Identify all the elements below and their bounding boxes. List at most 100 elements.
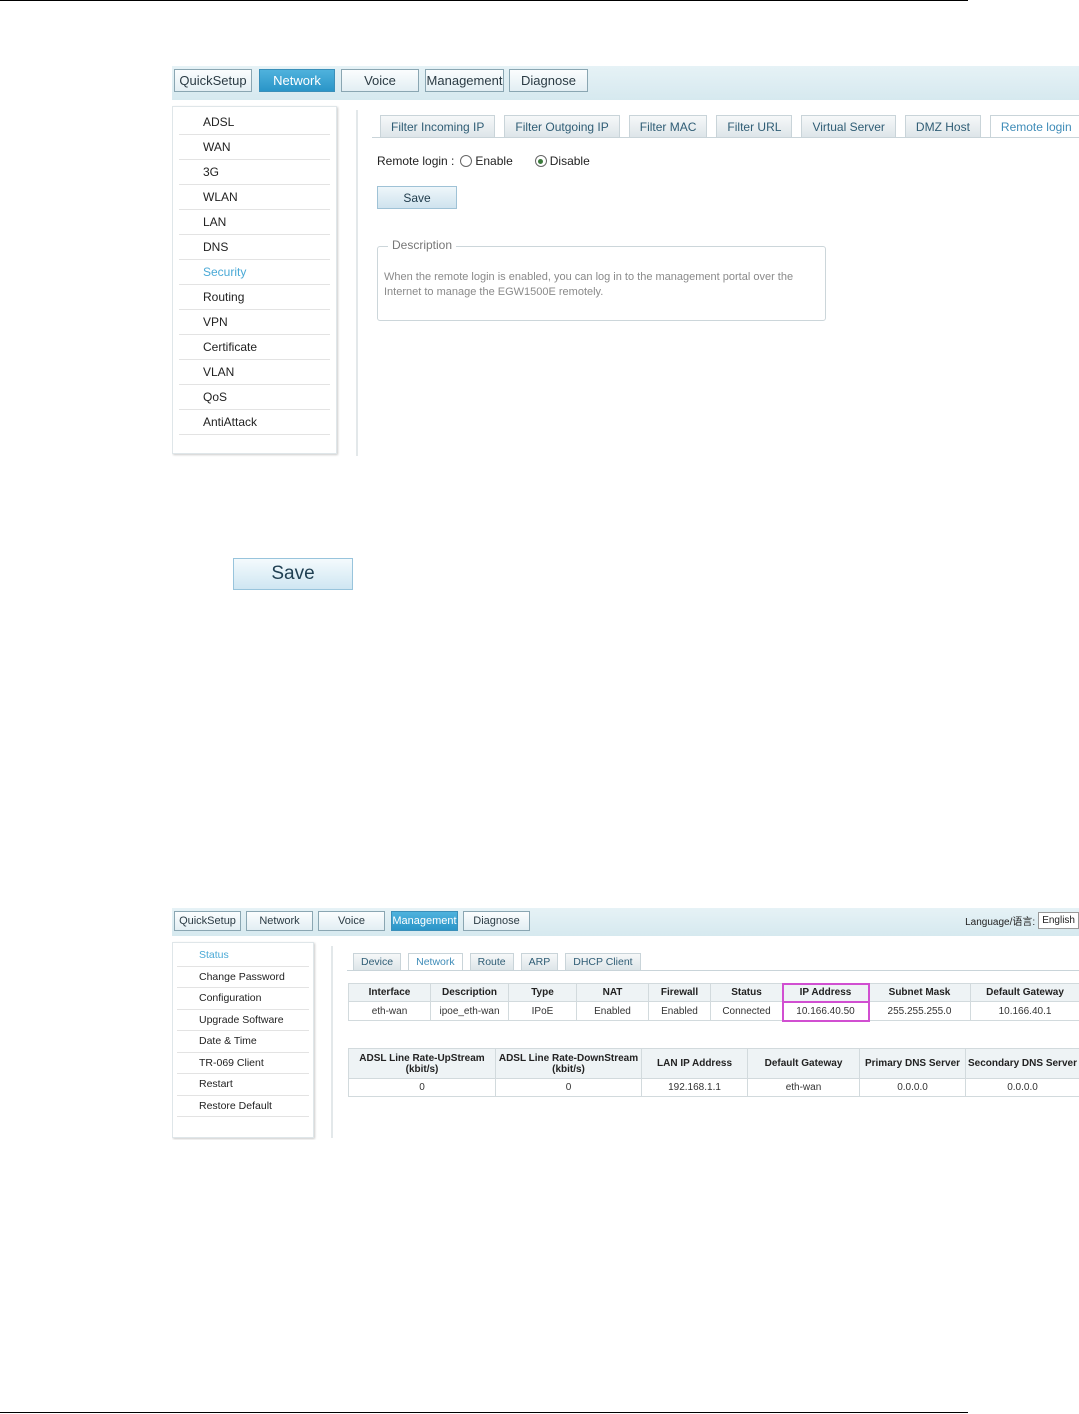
sidebar-item-dns[interactable]: DNS: [179, 235, 330, 260]
sidebar-item-antiattack[interactable]: AntiAttack: [179, 410, 330, 435]
table-cell: 0.0.0.0: [965, 1078, 1079, 1097]
tab-virtual-server[interactable]: Virtual Server: [801, 115, 896, 137]
disable-radio[interactable]: [534, 155, 547, 167]
sidebar-item-security[interactable]: Security: [179, 260, 330, 285]
column-header: Interface: [348, 983, 431, 1002]
nav-quicksetup[interactable]: QuickSetup: [174, 69, 252, 92]
enable-radio[interactable]: [460, 155, 473, 167]
tab-filter-outgoing-ip[interactable]: Filter Outgoing IP: [504, 115, 620, 137]
top-navigation: QuickSetup Network Voice Management Diag…: [172, 66, 1079, 100]
column-header: Description: [430, 983, 509, 1002]
sidebar-item-restore-default[interactable]: Restore Default: [177, 1096, 309, 1117]
tab-device[interactable]: Device: [353, 953, 402, 970]
column-header: Status: [710, 983, 783, 1002]
sidebar-item-vlan[interactable]: VLAN: [179, 360, 330, 385]
wan-status-table: Interface Description Type NAT Firewall Statu…: [348, 982, 1079, 1022]
enable-radio-label: Enable: [475, 154, 513, 168]
table-cell: IPoE: [508, 1001, 577, 1021]
column-header: Firewall: [648, 983, 711, 1002]
nav-voice[interactable]: Voice: [318, 911, 385, 931]
network-status-screenshot: QuickSetup Network Voice Management Diag…: [172, 908, 1079, 1140]
sidebar-item-3g[interactable]: 3G: [179, 160, 330, 185]
table-cell: eth-wan: [348, 1001, 431, 1021]
tab-filter-mac[interactable]: Filter MAC: [628, 115, 708, 137]
page-top-rule: [0, 0, 968, 1]
column-header: Primary DNS Server: [859, 1048, 966, 1079]
nav-management[interactable]: Management: [425, 69, 504, 92]
sidebar-item-vpn[interactable]: VPN: [179, 310, 330, 335]
sidebar-item-wan[interactable]: WAN: [179, 135, 330, 160]
sidebar-item-restart[interactable]: Restart: [177, 1074, 309, 1096]
table-cell: Connected: [710, 1001, 783, 1021]
tab-filter-incoming-ip[interactable]: Filter Incoming IP: [380, 115, 496, 137]
sidebar-item-adsl[interactable]: ADSL: [179, 110, 330, 135]
column-header: Default Gateway: [747, 1048, 860, 1079]
security-tabs: Filter Incoming IP Filter Outgoing IP Filt…: [380, 115, 1079, 137]
sidebar-item-lan[interactable]: LAN: [179, 210, 330, 235]
table-cell: 10.166.40.50: [781, 1000, 870, 1022]
column-header: Type: [508, 983, 577, 1002]
tab-remote-login[interactable]: Remote login: [989, 115, 1079, 137]
nav-diagnose[interactable]: Diagnose: [463, 911, 530, 931]
column-header: Default Gateway: [970, 983, 1079, 1002]
content-divider: [331, 946, 333, 1138]
top-navigation: QuickSetup Network Voice Management Diag…: [172, 908, 1079, 936]
nav-network[interactable]: Network: [259, 69, 335, 92]
table-cell: 10.166.40.1: [970, 1001, 1079, 1021]
network-sidebar: ADSL WAN 3G WLAN LAN DNS Security Routing VPN Cer…: [172, 106, 337, 454]
sidebar-item-qos[interactable]: QoS: [179, 385, 330, 410]
sidebar-item-date-time[interactable]: Date & Time: [177, 1031, 309, 1053]
sidebar-item-status[interactable]: Status: [177, 945, 309, 967]
column-header: LAN IP Address: [641, 1048, 748, 1079]
table-cell: 0: [495, 1078, 642, 1097]
nav-network[interactable]: Network: [246, 911, 313, 931]
tab-underline: [372, 137, 1079, 138]
column-header: NAT: [576, 983, 649, 1002]
tab-network[interactable]: Network: [408, 953, 463, 970]
column-header: Subnet Mask: [868, 983, 971, 1002]
tab-dmz-host[interactable]: DMZ Host: [904, 115, 981, 137]
table-cell: ipoe_eth-wan: [430, 1001, 509, 1021]
content-divider: [356, 110, 358, 456]
sidebar-item-wlan[interactable]: WLAN: [179, 185, 330, 210]
tab-underline: [347, 970, 1079, 971]
table-row: eth-wan ipoe_eth-wan IPoE Enabled Enabled Con…: [348, 1000, 1079, 1022]
save-button[interactable]: Save: [377, 186, 457, 209]
management-sidebar: Status Change Password Configuration Upgrad…: [172, 942, 314, 1138]
description-box: Description When the remote login is ena…: [377, 238, 826, 321]
save-button-large[interactable]: Save: [233, 558, 353, 590]
remote-login-label: Remote login :: [377, 154, 455, 168]
tab-filter-url[interactable]: Filter URL: [716, 115, 793, 137]
sidebar-item-configuration[interactable]: Configuration: [177, 988, 309, 1010]
tab-arp[interactable]: ARP: [520, 953, 559, 970]
disable-radio-label: Disable: [549, 154, 590, 168]
tab-route[interactable]: Route: [469, 953, 514, 970]
table-cell: 0.0.0.0: [859, 1078, 966, 1097]
nav-voice[interactable]: Voice: [341, 69, 419, 92]
lan-status-table: ADSL Line Rate-UpStream (kbit/s) ADSL Lin…: [348, 1048, 1079, 1097]
table-row: 0 0 192.168.1.1 eth-wan 0.0.0.0 0.0.0.0: [348, 1078, 1079, 1097]
remote-login-row: Remote login : Enable Disable: [377, 154, 606, 168]
nav-management[interactable]: Management: [391, 911, 458, 931]
remote-login-screenshot: QuickSetup Network Voice Management Diag…: [172, 66, 1079, 458]
sidebar-item-routing[interactable]: Routing: [179, 285, 330, 310]
status-tabs: Device Network Route ARP DHCP Client: [353, 953, 648, 970]
description-text: When the remote login is enabled, you ca…: [384, 271, 794, 298]
tab-dhcp-client[interactable]: DHCP Client: [565, 953, 641, 970]
language-selector: Language/语言: English: [965, 912, 1079, 929]
sidebar-item-upgrade-software[interactable]: Upgrade Software: [177, 1010, 309, 1031]
table-cell: Enabled: [648, 1001, 711, 1021]
language-select[interactable]: English: [1038, 912, 1079, 929]
table-cell: 192.168.1.1: [641, 1078, 748, 1097]
nav-quicksetup[interactable]: QuickSetup: [174, 911, 241, 931]
description-legend: Description: [388, 238, 457, 252]
sidebar-item-certificate[interactable]: Certificate: [179, 335, 330, 360]
table-cell: eth-wan: [747, 1078, 860, 1097]
column-header: IP Address: [781, 982, 870, 1003]
table-cell: Enabled: [576, 1001, 649, 1021]
column-header: Secondary DNS Server: [965, 1048, 1079, 1079]
language-label: Language/语言:: [965, 917, 1036, 928]
nav-diagnose[interactable]: Diagnose: [509, 69, 588, 92]
sidebar-item-change-password[interactable]: Change Password: [177, 967, 309, 988]
sidebar-item-tr-069-client[interactable]: TR-069 Client: [177, 1053, 309, 1074]
